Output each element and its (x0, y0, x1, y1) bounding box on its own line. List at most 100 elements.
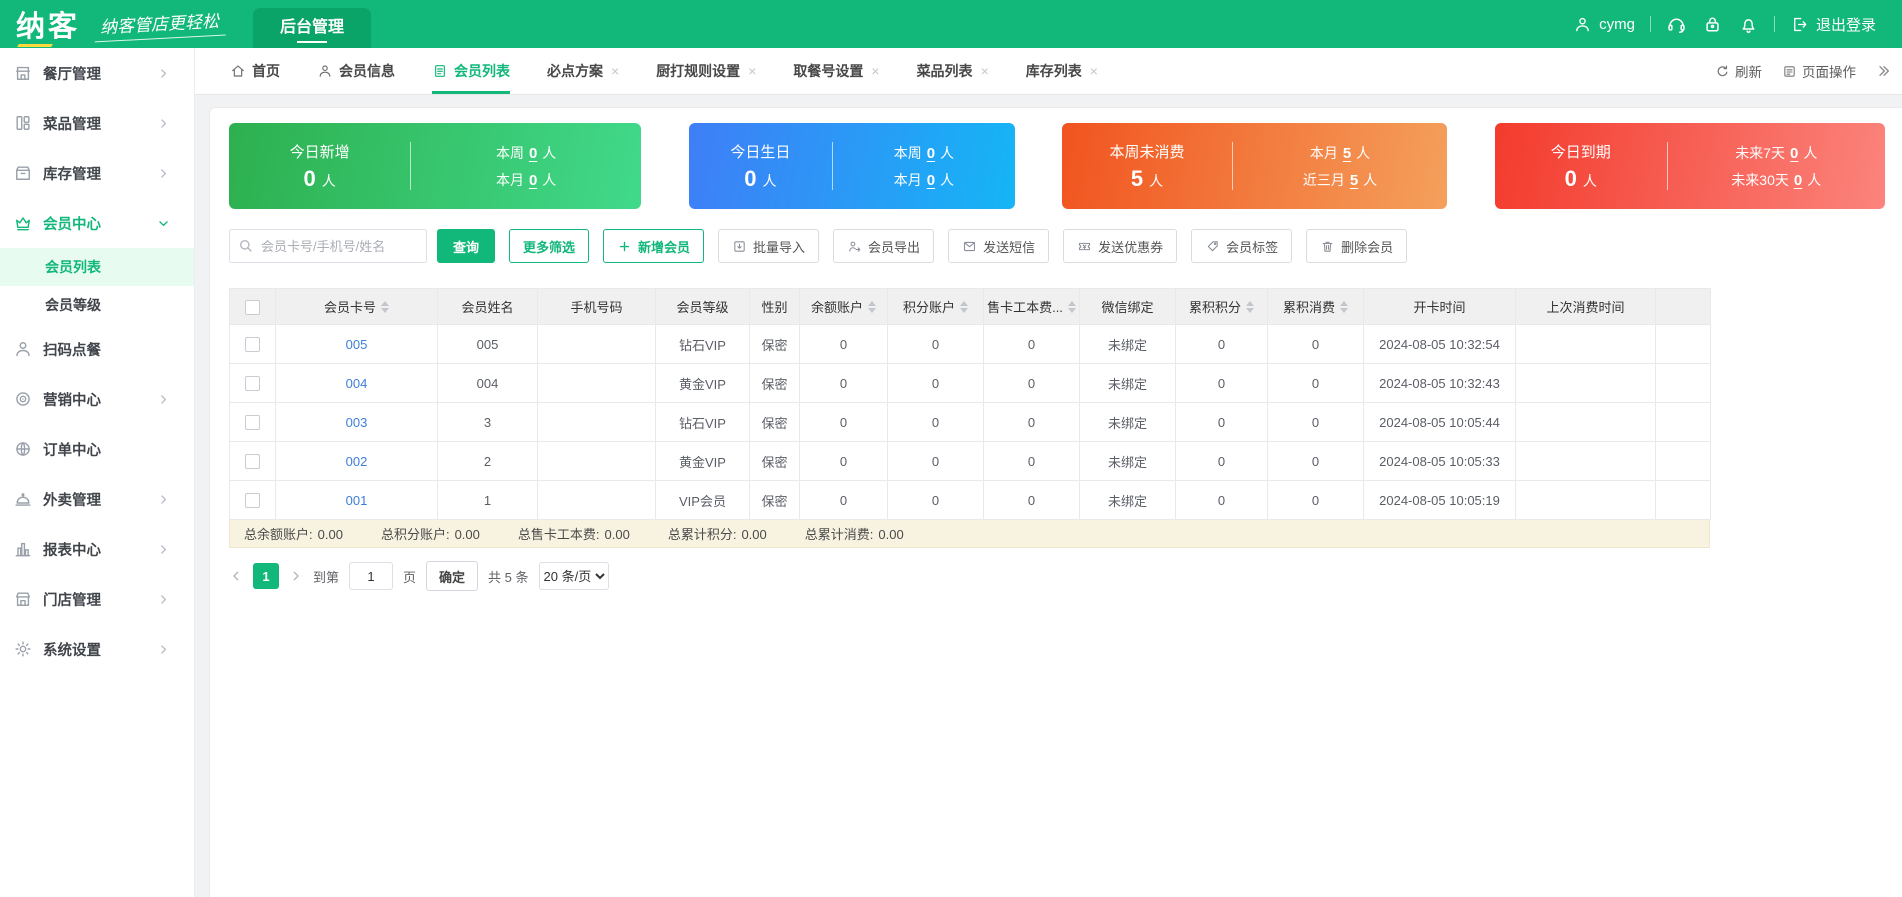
admin-tab-underline (297, 41, 327, 43)
sidebar-item-1[interactable]: 菜品管理 (0, 98, 194, 148)
tab-6[interactable]: 菜品列表× (917, 48, 989, 94)
card-sub-stat: 未来7天0人 (1735, 143, 1817, 163)
chevron-right-icon (157, 493, 170, 506)
close-icon[interactable]: × (871, 63, 879, 79)
logout-label: 退出登录 (1816, 14, 1876, 35)
send-sms-button[interactable]: 发送短信 (948, 229, 1049, 263)
logo-slogan: 纳客管店更轻松 (93, 6, 225, 42)
close-icon[interactable]: × (611, 63, 619, 79)
sidebar-item-4[interactable]: 扫码点餐 (0, 324, 194, 374)
sort-icon[interactable] (960, 301, 968, 313)
card-title: 今日生日 (730, 141, 790, 162)
card-sub-stat: 本月0人 (496, 170, 556, 190)
sort-icon[interactable] (868, 301, 876, 313)
goto-page-input[interactable] (349, 562, 393, 590)
sub-stat-number: 0 (927, 145, 935, 162)
cell-total_points: 0 (1218, 337, 1225, 352)
sort-icon[interactable] (1340, 301, 1348, 313)
search-box (229, 229, 427, 263)
chevron-right-icon (157, 543, 170, 556)
search-button[interactable]: 查询 (437, 229, 495, 263)
send-coupon-button[interactable]: 发送优惠券 (1063, 229, 1177, 263)
sidebar-item-3[interactable]: 会员中心 (0, 198, 194, 248)
tab-0[interactable]: 首页 (230, 48, 280, 94)
cell-card_fee: 0 (1028, 337, 1035, 352)
close-icon[interactable]: × (748, 63, 756, 79)
logout-button[interactable]: 退出登录 (1790, 14, 1876, 35)
sidebar-item-8[interactable]: 报表中心 (0, 524, 194, 574)
lock-icon[interactable] (1702, 14, 1723, 35)
sidebar-item-0[interactable]: 餐厅管理 (0, 48, 194, 98)
row-checkbox[interactable] (245, 454, 260, 469)
tab-4[interactable]: 厨打规则设置× (656, 48, 756, 94)
add-member-button[interactable]: 新增会员 (603, 229, 704, 263)
column-label: 累积积分 (1189, 297, 1241, 316)
confirm-page-button[interactable]: 确定 (426, 561, 478, 591)
sort-icon[interactable] (1068, 301, 1076, 313)
member-export-button[interactable]: 会员导出 (833, 229, 934, 263)
row-checkbox[interactable] (245, 415, 260, 430)
sidebar-item-10[interactable]: 系统设置 (0, 624, 194, 674)
sidebar-subitem-0[interactable]: 会员列表 (0, 248, 194, 286)
headset-icon[interactable] (1666, 14, 1687, 35)
batch-import-button[interactable]: 批量导入 (718, 229, 819, 263)
tab-label: 会员信息 (339, 61, 395, 81)
member-card-link[interactable]: 003 (346, 415, 368, 430)
member-card-link[interactable]: 001 (346, 493, 368, 508)
prev-page-icon[interactable] (229, 569, 243, 583)
sidebar-item-6[interactable]: 订单中心 (0, 424, 194, 474)
row-checkbox[interactable] (245, 376, 260, 391)
member-card-link[interactable]: 005 (346, 337, 368, 352)
sidebar-item-7[interactable]: 外卖管理 (0, 474, 194, 524)
tab-1[interactable]: 会员信息 (317, 48, 395, 94)
admin-nav-tab[interactable]: 后台管理 (253, 8, 371, 48)
table-row: 005005钻石VIP保密000未绑定002024-08-05 10:32:54 (230, 325, 1711, 364)
summary-label: 总积分账户: (381, 527, 450, 542)
cell-wechat: 未绑定 (1108, 416, 1147, 431)
tab-3[interactable]: 必点方案× (547, 48, 619, 94)
summary-label: 总累计积分: (668, 527, 737, 542)
row-checkbox[interactable] (245, 337, 260, 352)
column-label: 会员姓名 (461, 297, 513, 316)
cell-total_points: 0 (1218, 376, 1225, 391)
page-ops-button[interactable]: 页面操作 (1782, 61, 1856, 81)
sort-icon[interactable] (1246, 301, 1254, 313)
row-checkbox[interactable] (245, 493, 260, 508)
member-tag-button[interactable]: 会员标签 (1191, 229, 1292, 263)
close-icon[interactable]: × (981, 63, 989, 79)
user-icon (1573, 15, 1592, 34)
sidebar-item-2[interactable]: 库存管理 (0, 148, 194, 198)
bell-icon[interactable] (1738, 14, 1759, 35)
toolbar-buttons: 更多筛选新增会员批量导入会员导出发送短信 发送优惠券 会员标签删除会员 (495, 229, 1407, 263)
page-size-select[interactable]: 20 条/页 (539, 562, 609, 590)
column-header: 上次消费时间 (1516, 289, 1656, 325)
close-icon[interactable]: × (1090, 63, 1098, 79)
card-value: 0人 (1565, 166, 1597, 192)
summary-item: 总累计积分:0.00 (668, 524, 767, 543)
sort-icon[interactable] (381, 301, 389, 313)
member-card-link[interactable]: 002 (346, 454, 368, 469)
sidebar-item-9[interactable]: 门店管理 (0, 574, 194, 624)
cell-total_consume: 0 (1312, 454, 1319, 469)
member-card-link[interactable]: 004 (346, 376, 368, 391)
tab-2[interactable]: 会员列表 (432, 48, 510, 94)
card-unit: 人 (763, 173, 777, 189)
tab-7[interactable]: 库存列表× (1026, 48, 1098, 94)
current-page-button[interactable]: 1 (253, 563, 279, 589)
sub-stat-number: 0 (1794, 172, 1802, 189)
tab-5[interactable]: 取餐号设置× (793, 48, 879, 94)
delete-member-button[interactable]: 删除会员 (1306, 229, 1407, 263)
refresh-button[interactable]: 刷新 (1715, 61, 1762, 81)
more-filters-button[interactable]: 更多筛选 (509, 229, 589, 263)
next-page-icon[interactable] (289, 569, 303, 583)
select-all-checkbox[interactable] (245, 300, 260, 315)
cell-wechat: 未绑定 (1108, 377, 1147, 392)
button-label: 发送优惠券 (1098, 237, 1163, 256)
column-label: 微信绑定 (1101, 297, 1153, 316)
double-arrow-icon[interactable] (1876, 63, 1892, 79)
sidebar-subitem-1[interactable]: 会员等级 (0, 286, 194, 324)
sidebar-item-5[interactable]: 营销中心 (0, 374, 194, 424)
search-input[interactable] (229, 229, 427, 263)
user-menu[interactable]: cymg (1573, 15, 1635, 34)
summary-label: 总累计消费: (805, 527, 874, 542)
